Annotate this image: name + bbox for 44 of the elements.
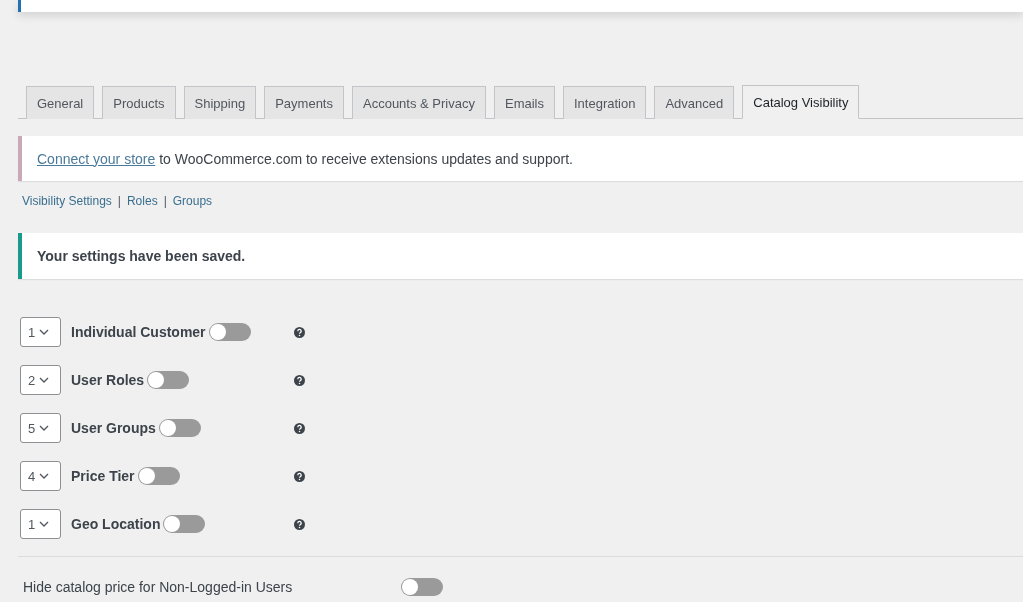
rule-label: User Groups <box>71 420 156 436</box>
settings-tab[interactable]: Integration <box>563 86 647 119</box>
settings-tab[interactable]: Shipping <box>183 86 257 119</box>
chevron-down-icon <box>39 473 50 479</box>
help-icon[interactable] <box>294 374 305 386</box>
toggle-switch[interactable] <box>163 515 206 533</box>
connect-link[interactable]: Connect your store <box>37 150 156 167</box>
help-icon[interactable] <box>294 470 305 482</box>
help-icon[interactable] <box>294 326 305 338</box>
toggle-switch[interactable] <box>137 467 180 485</box>
settings-tab[interactable]: Accounts & Privacy <box>352 86 486 119</box>
settings-tab[interactable]: Payments <box>264 86 344 119</box>
settings-tab[interactable]: Catalog Visibility <box>742 85 860 119</box>
toggle-switch[interactable] <box>208 323 251 341</box>
settings-tab[interactable]: General <box>26 86 95 119</box>
separator: | <box>163 194 167 208</box>
rule-label: Individual Customer <box>71 324 206 340</box>
order-select[interactable]: 2 <box>20 365 61 395</box>
chevron-down-icon <box>39 425 50 431</box>
help-icon[interactable] <box>294 422 305 434</box>
setting-label: Hide catalog price for Non-Logged-in Users <box>23 579 294 595</box>
section-link[interactable]: Roles <box>126 194 158 208</box>
section-link[interactable]: Visibility Settings <box>22 194 112 208</box>
chevron-down-icon <box>39 377 50 383</box>
section-link[interactable]: Groups <box>172 194 213 208</box>
settings-tab[interactable]: Advanced <box>654 86 735 119</box>
order-select[interactable]: 1 <box>20 317 61 347</box>
settings-tab[interactable]: Emails <box>494 86 555 119</box>
rule-label: User Roles <box>71 372 145 388</box>
chevron-down-icon <box>39 521 50 527</box>
chevron-down-icon <box>39 329 50 335</box>
notice-text: Your settings have been saved. <box>37 248 246 264</box>
order-select[interactable]: 1 <box>20 509 61 539</box>
order-select[interactable]: 4 <box>20 461 61 491</box>
order-select[interactable]: 5 <box>20 413 61 443</box>
rule-label: Geo Location <box>71 516 161 532</box>
rule-label: Price Tier <box>71 468 135 484</box>
toggle-switch[interactable] <box>401 578 443 596</box>
help-icon[interactable] <box>294 518 305 530</box>
toggle-switch[interactable] <box>158 419 201 437</box>
settings-tab[interactable]: Products <box>102 86 176 119</box>
toggle-switch[interactable] <box>147 371 190 389</box>
separator: | <box>117 194 121 208</box>
notice-text: Connect your store to WooCommerce.com to receive extensions updates and support. <box>37 150 573 167</box>
